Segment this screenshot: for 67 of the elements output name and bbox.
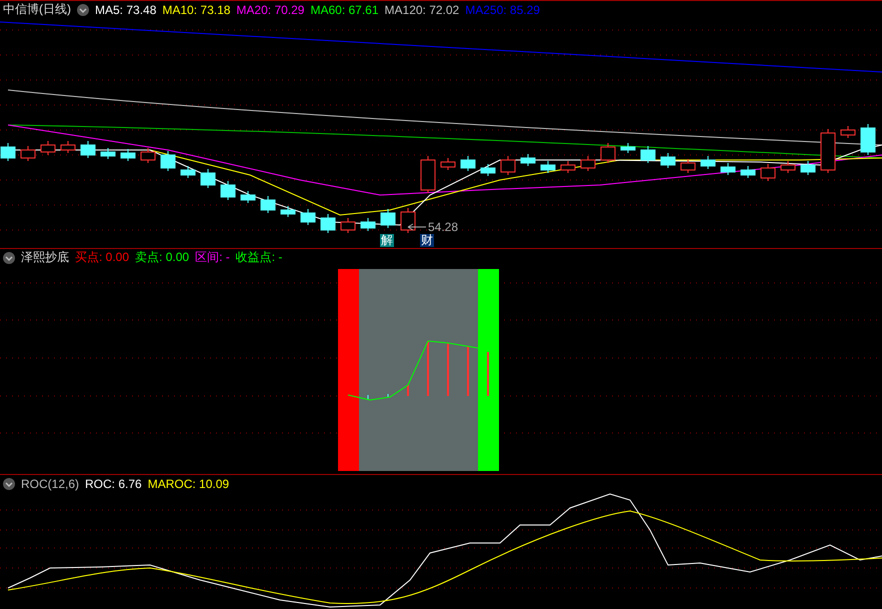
chevron-down-icon[interactable] xyxy=(77,4,89,16)
indicator-value: 卖点: 0.00 xyxy=(135,249,190,266)
candlestick xyxy=(120,148,136,162)
candlestick xyxy=(580,156,596,172)
event-marker[interactable]: 财 xyxy=(420,234,434,247)
candlestick xyxy=(700,156,716,170)
candlestick xyxy=(540,160,556,174)
event-marker[interactable]: 解 xyxy=(380,234,394,247)
candlestick xyxy=(440,158,456,170)
candlestick xyxy=(620,142,636,154)
candlestick xyxy=(60,140,76,154)
candlestick xyxy=(20,146,36,162)
candlestick xyxy=(840,126,856,138)
indicator-value: MA60: 67.61 xyxy=(310,2,379,16)
indicator-value: 收益点: - xyxy=(236,249,282,266)
candlestick xyxy=(260,196,276,214)
indicator-value: ROC: 6.76 xyxy=(85,476,142,490)
candlestick xyxy=(340,218,356,234)
candlestick xyxy=(740,166,756,178)
candlestick xyxy=(180,166,196,178)
candlestick xyxy=(780,160,796,174)
candlestick xyxy=(760,164,776,182)
candlestick xyxy=(360,218,376,232)
chevron-down-icon[interactable] xyxy=(3,252,15,264)
indicator-value: MA20: 70.29 xyxy=(236,2,304,16)
candlestick xyxy=(720,162,736,176)
candlestick xyxy=(460,156,476,172)
indicator-value: 区间: - xyxy=(195,249,230,266)
candlestick xyxy=(560,160,576,174)
indicator-value: 买点: 0.00 xyxy=(75,249,130,266)
candlestick xyxy=(80,140,96,158)
candlestick xyxy=(820,128,836,174)
candlestick xyxy=(40,140,56,156)
candlestick xyxy=(480,164,496,176)
candlestick xyxy=(280,206,296,218)
candlestick xyxy=(400,208,416,234)
chevron-down-icon[interactable] xyxy=(3,478,15,490)
candlestick xyxy=(320,214,336,234)
candlestick xyxy=(140,148,156,164)
arrow-icon xyxy=(408,224,426,230)
candlestick xyxy=(240,190,256,204)
stock-title: 中信博(日线) xyxy=(3,1,71,18)
candlestick xyxy=(300,208,316,226)
candlestick xyxy=(200,168,216,188)
indicator-value: MA10: 73.18 xyxy=(162,2,230,16)
candlestick xyxy=(520,154,536,166)
candlestick xyxy=(600,142,616,164)
candlestick xyxy=(500,156,516,176)
indicator-title: 泽熙抄底 xyxy=(21,249,69,266)
candlestick xyxy=(160,150,176,172)
indicator-value: MA250: 85.29 xyxy=(465,2,540,16)
indicator-value: MA120: 72.02 xyxy=(384,2,460,16)
candlestick xyxy=(100,148,116,160)
price-label: 54.28 xyxy=(428,220,458,234)
candlestick xyxy=(380,208,396,228)
indicator-value: MAROC: 10.09 xyxy=(148,476,230,490)
indicator-title: ROC(12,6) xyxy=(21,476,80,490)
candlestick xyxy=(220,180,236,200)
candlestick xyxy=(420,156,436,194)
candlestick xyxy=(800,160,816,176)
candlestick xyxy=(0,142,16,162)
candlestick xyxy=(680,158,696,174)
candlestick xyxy=(860,124,876,156)
candlestick xyxy=(660,152,676,168)
signal-ticks xyxy=(368,394,388,400)
indicator-value: MA5: 73.48 xyxy=(95,2,156,16)
candlestick xyxy=(640,146,656,164)
